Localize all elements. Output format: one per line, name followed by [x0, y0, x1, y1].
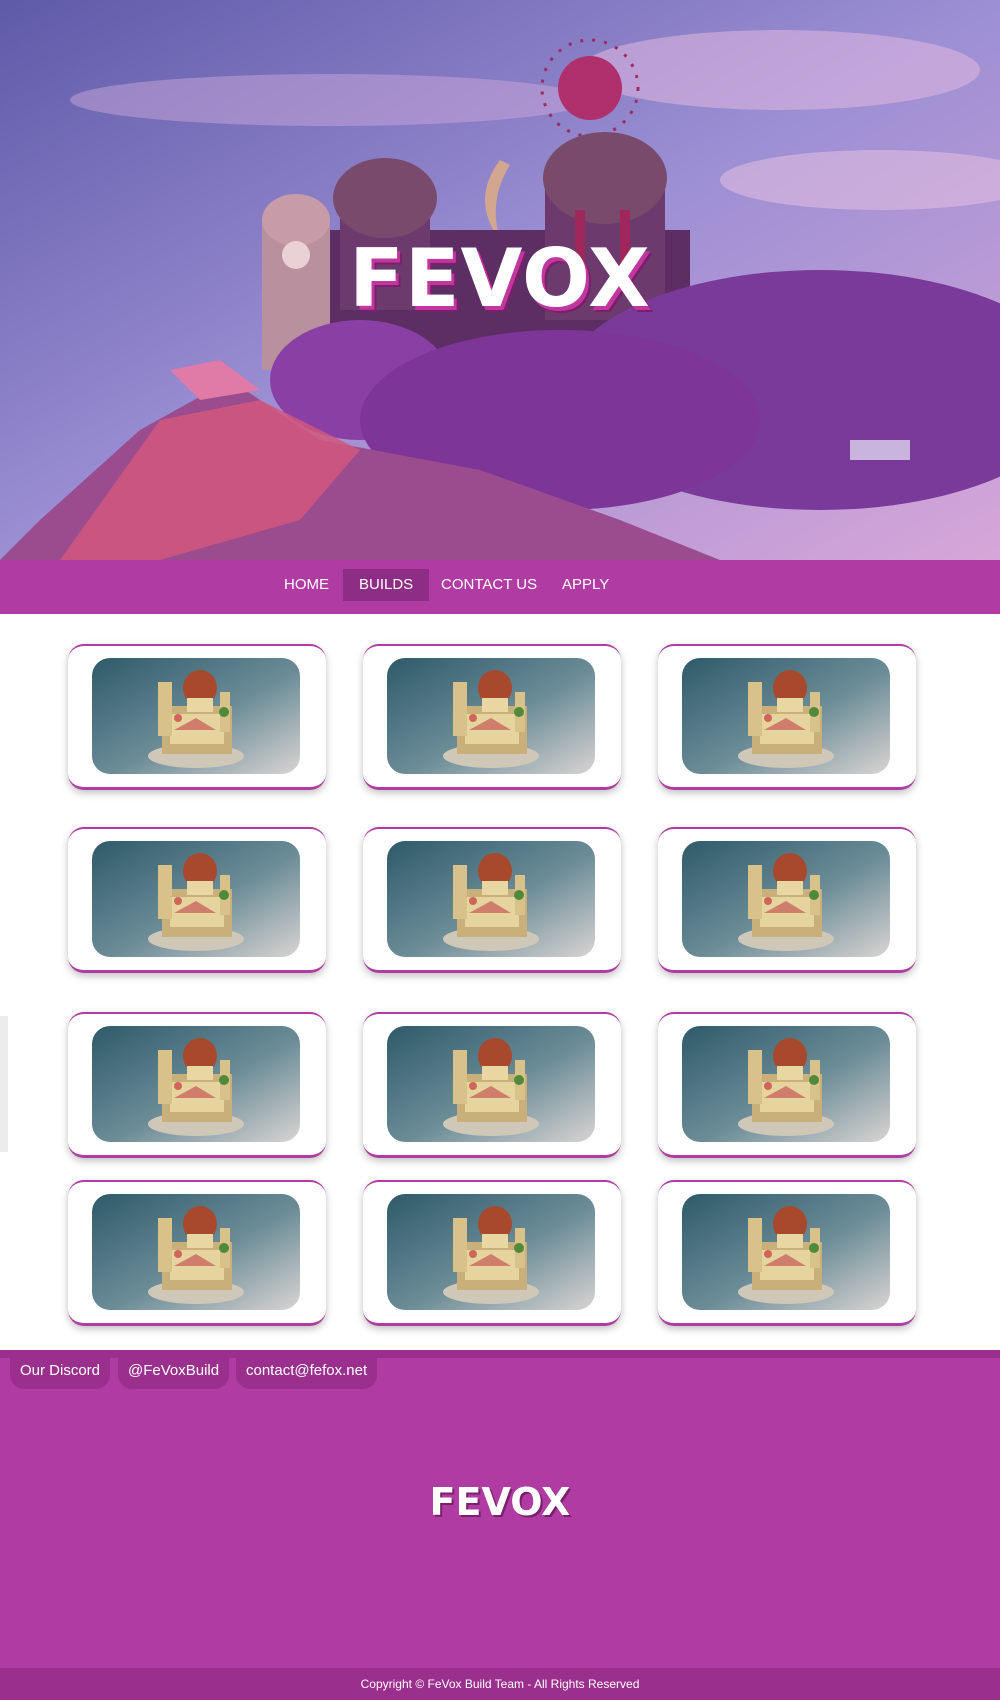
build-thumbnail[interactable]: [387, 658, 595, 774]
nav-builds[interactable]: BUILDS: [343, 569, 430, 601]
footer-logo: FEVOX: [429, 1480, 571, 1524]
side-scroll-tab[interactable]: [0, 1016, 8, 1152]
build-card[interactable]: [658, 1180, 916, 1326]
build-card[interactable]: [658, 644, 916, 790]
footer-link-email[interactable]: contact@fefox.net: [236, 1356, 378, 1389]
build-thumbnail[interactable]: [387, 1194, 595, 1310]
build-thumbnail[interactable]: [92, 1194, 300, 1310]
footer: Our Discord @FeVoxBuild contact@fefox.ne…: [0, 1350, 1000, 1668]
nav-apply[interactable]: APPLY: [546, 569, 625, 601]
build-thumbnail[interactable]: [92, 658, 300, 774]
build-thumbnail[interactable]: [387, 1026, 595, 1142]
build-card[interactable]: [363, 1180, 621, 1326]
hero-banner: FEVOX: [0, 0, 1000, 560]
build-card[interactable]: [68, 644, 326, 790]
build-card[interactable]: [68, 1012, 326, 1158]
build-card[interactable]: [68, 827, 326, 973]
footer-link-twitter[interactable]: @FeVoxBuild: [118, 1356, 230, 1389]
build-card[interactable]: [363, 644, 621, 790]
build-card[interactable]: [363, 827, 621, 973]
build-thumbnail[interactable]: [682, 1026, 890, 1142]
copyright-text: Copyright © FeVox Build Team - All Right…: [0, 1668, 1000, 1700]
main-nav: HOME BUILDS CONTACT US APPLY: [0, 560, 1000, 614]
build-card[interactable]: [658, 827, 916, 973]
build-card[interactable]: [363, 1012, 621, 1158]
build-thumbnail[interactable]: [682, 1194, 890, 1310]
build-thumbnail[interactable]: [92, 1026, 300, 1142]
build-thumbnail[interactable]: [387, 841, 595, 957]
build-thumbnail[interactable]: [92, 841, 300, 957]
build-card[interactable]: [68, 1180, 326, 1326]
footer-link-discord[interactable]: Our Discord: [10, 1356, 111, 1389]
builds-gallery: [0, 614, 1000, 1350]
build-thumbnail[interactable]: [682, 658, 890, 774]
build-thumbnail[interactable]: [682, 841, 890, 957]
nav-home[interactable]: HOME: [268, 569, 345, 601]
build-card[interactable]: [658, 1012, 916, 1158]
nav-contact-us[interactable]: CONTACT US: [425, 569, 553, 601]
hero-logo-title: FEVOX: [349, 232, 651, 325]
